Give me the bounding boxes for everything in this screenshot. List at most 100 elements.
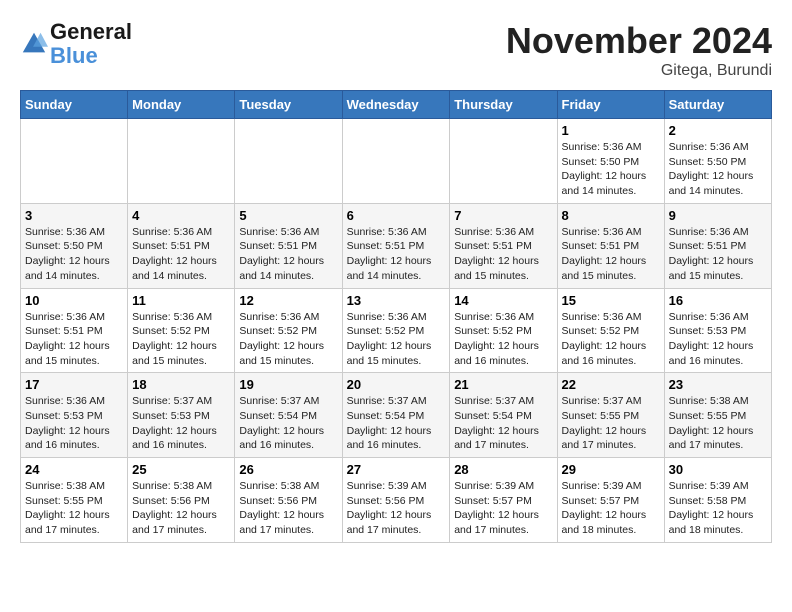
- calendar-cell: [21, 119, 128, 204]
- calendar-week-row: 3 Sunrise: 5:36 AM Sunset: 5:50 PM Daylig…: [21, 203, 772, 288]
- day-info: Sunrise: 5:36 AM Sunset: 5:51 PM Dayligh…: [669, 225, 767, 284]
- calendar-cell: 1 Sunrise: 5:36 AM Sunset: 5:50 PM Daylig…: [557, 119, 664, 204]
- day-number: 24: [25, 462, 123, 477]
- day-info: Sunrise: 5:36 AM Sunset: 5:51 PM Dayligh…: [562, 225, 660, 284]
- day-info: Sunrise: 5:37 AM Sunset: 5:55 PM Dayligh…: [562, 394, 660, 453]
- day-number: 13: [347, 293, 446, 308]
- day-info: Sunrise: 5:36 AM Sunset: 5:51 PM Dayligh…: [239, 225, 337, 284]
- day-info: Sunrise: 5:37 AM Sunset: 5:54 PM Dayligh…: [239, 394, 337, 453]
- day-info: Sunrise: 5:39 AM Sunset: 5:58 PM Dayligh…: [669, 479, 767, 538]
- day-info: Sunrise: 5:38 AM Sunset: 5:56 PM Dayligh…: [239, 479, 337, 538]
- day-number: 5: [239, 208, 337, 223]
- calendar-cell: [342, 119, 450, 204]
- day-number: 17: [25, 377, 123, 392]
- day-info: Sunrise: 5:37 AM Sunset: 5:53 PM Dayligh…: [132, 394, 230, 453]
- day-number: 29: [562, 462, 660, 477]
- calendar-cell: 22 Sunrise: 5:37 AM Sunset: 5:55 PM Dayli…: [557, 373, 664, 458]
- calendar-cell: 20Sunrise: 5:37 AM Sunset: 5:54 PM Dayli…: [342, 373, 450, 458]
- header-day: Saturday: [664, 91, 771, 119]
- day-number: 6: [347, 208, 446, 223]
- header-day: Wednesday: [342, 91, 450, 119]
- calendar-cell: 6 Sunrise: 5:36 AM Sunset: 5:51 PM Daylig…: [342, 203, 450, 288]
- day-number: 15: [562, 293, 660, 308]
- day-number: 11: [132, 293, 230, 308]
- header-day: Friday: [557, 91, 664, 119]
- page-header: General Blue November 2024 Gitega, Burun…: [20, 20, 772, 80]
- location: Gitega, Burundi: [506, 62, 772, 80]
- day-info: Sunrise: 5:39 AM Sunset: 5:57 PM Dayligh…: [454, 479, 552, 538]
- day-number: 9: [669, 208, 767, 223]
- day-number: 16: [669, 293, 767, 308]
- day-number: 1: [562, 123, 660, 138]
- month-title: November 2024: [506, 20, 772, 62]
- day-number: 23: [669, 377, 767, 392]
- day-info: Sunrise: 5:37 AM Sunset: 5:54 PM Dayligh…: [454, 394, 552, 453]
- calendar-cell: 9 Sunrise: 5:36 AM Sunset: 5:51 PM Daylig…: [664, 203, 771, 288]
- day-number: 2: [669, 123, 767, 138]
- calendar-cell: 16Sunrise: 5:36 AM Sunset: 5:53 PM Dayli…: [664, 288, 771, 373]
- calendar-cell: 11 Sunrise: 5:36 AM Sunset: 5:52 PM Dayli…: [128, 288, 235, 373]
- day-number: 21: [454, 377, 552, 392]
- calendar-cell: 17 Sunrise: 5:36 AM Sunset: 5:53 PM Dayli…: [21, 373, 128, 458]
- day-number: 18: [132, 377, 230, 392]
- day-info: Sunrise: 5:36 AM Sunset: 5:52 PM Dayligh…: [239, 310, 337, 369]
- calendar-week-row: 24 Sunrise: 5:38 AM Sunset: 5:55 PM Dayli…: [21, 458, 772, 543]
- calendar-table: SundayMondayTuesdayWednesdayThursdayFrid…: [20, 90, 772, 543]
- day-number: 7: [454, 208, 552, 223]
- day-number: 12: [239, 293, 337, 308]
- logo-text: General Blue: [50, 20, 132, 68]
- calendar-cell: 26 Sunrise: 5:38 AM Sunset: 5:56 PM Dayli…: [235, 458, 342, 543]
- calendar-cell: 4 Sunrise: 5:36 AM Sunset: 5:51 PM Daylig…: [128, 203, 235, 288]
- calendar-cell: 23 Sunrise: 5:38 AM Sunset: 5:55 PM Dayli…: [664, 373, 771, 458]
- calendar-cell: 3 Sunrise: 5:36 AM Sunset: 5:50 PM Daylig…: [21, 203, 128, 288]
- calendar-week-row: 1 Sunrise: 5:36 AM Sunset: 5:50 PM Daylig…: [21, 119, 772, 204]
- header-day: Tuesday: [235, 91, 342, 119]
- header-row: SundayMondayTuesdayWednesdayThursdayFrid…: [21, 91, 772, 119]
- calendar-cell: 27Sunrise: 5:39 AM Sunset: 5:56 PM Dayli…: [342, 458, 450, 543]
- day-info: Sunrise: 5:38 AM Sunset: 5:55 PM Dayligh…: [25, 479, 123, 538]
- header-day: Monday: [128, 91, 235, 119]
- day-number: 10: [25, 293, 123, 308]
- day-info: Sunrise: 5:36 AM Sunset: 5:53 PM Dayligh…: [25, 394, 123, 453]
- day-info: Sunrise: 5:36 AM Sunset: 5:51 PM Dayligh…: [347, 225, 446, 284]
- calendar-cell: [128, 119, 235, 204]
- calendar-week-row: 17 Sunrise: 5:36 AM Sunset: 5:53 PM Dayli…: [21, 373, 772, 458]
- calendar-body: 1 Sunrise: 5:36 AM Sunset: 5:50 PM Daylig…: [21, 119, 772, 543]
- calendar-cell: 14Sunrise: 5:36 AM Sunset: 5:52 PM Dayli…: [450, 288, 557, 373]
- calendar-cell: 21 Sunrise: 5:37 AM Sunset: 5:54 PM Dayli…: [450, 373, 557, 458]
- calendar-header: SundayMondayTuesdayWednesdayThursdayFrid…: [21, 91, 772, 119]
- day-number: 30: [669, 462, 767, 477]
- day-number: 4: [132, 208, 230, 223]
- logo-icon: [20, 30, 48, 58]
- day-info: Sunrise: 5:39 AM Sunset: 5:57 PM Dayligh…: [562, 479, 660, 538]
- calendar-cell: 8Sunrise: 5:36 AM Sunset: 5:51 PM Daylig…: [557, 203, 664, 288]
- calendar-cell: 18 Sunrise: 5:37 AM Sunset: 5:53 PM Dayli…: [128, 373, 235, 458]
- day-number: 19: [239, 377, 337, 392]
- day-info: Sunrise: 5:38 AM Sunset: 5:56 PM Dayligh…: [132, 479, 230, 538]
- day-info: Sunrise: 5:36 AM Sunset: 5:52 PM Dayligh…: [454, 310, 552, 369]
- day-number: 26: [239, 462, 337, 477]
- calendar-cell: 24 Sunrise: 5:38 AM Sunset: 5:55 PM Dayli…: [21, 458, 128, 543]
- calendar-cell: 29 Sunrise: 5:39 AM Sunset: 5:57 PM Dayli…: [557, 458, 664, 543]
- calendar-cell: 7Sunrise: 5:36 AM Sunset: 5:51 PM Daylig…: [450, 203, 557, 288]
- day-number: 22: [562, 377, 660, 392]
- calendar-cell: 30 Sunrise: 5:39 AM Sunset: 5:58 PM Dayli…: [664, 458, 771, 543]
- day-number: 27: [347, 462, 446, 477]
- day-info: Sunrise: 5:36 AM Sunset: 5:50 PM Dayligh…: [562, 140, 660, 199]
- day-info: Sunrise: 5:36 AM Sunset: 5:51 PM Dayligh…: [25, 310, 123, 369]
- day-info: Sunrise: 5:36 AM Sunset: 5:51 PM Dayligh…: [132, 225, 230, 284]
- day-info: Sunrise: 5:37 AM Sunset: 5:54 PM Dayligh…: [347, 394, 446, 453]
- day-number: 25: [132, 462, 230, 477]
- day-info: Sunrise: 5:36 AM Sunset: 5:50 PM Dayligh…: [25, 225, 123, 284]
- calendar-cell: [235, 119, 342, 204]
- day-info: Sunrise: 5:36 AM Sunset: 5:52 PM Dayligh…: [132, 310, 230, 369]
- calendar-week-row: 10 Sunrise: 5:36 AM Sunset: 5:51 PM Dayli…: [21, 288, 772, 373]
- day-info: Sunrise: 5:36 AM Sunset: 5:50 PM Dayligh…: [669, 140, 767, 199]
- day-info: Sunrise: 5:38 AM Sunset: 5:55 PM Dayligh…: [669, 394, 767, 453]
- day-number: 3: [25, 208, 123, 223]
- calendar-cell: 25 Sunrise: 5:38 AM Sunset: 5:56 PM Dayli…: [128, 458, 235, 543]
- day-info: Sunrise: 5:36 AM Sunset: 5:52 PM Dayligh…: [347, 310, 446, 369]
- calendar-cell: 15Sunrise: 5:36 AM Sunset: 5:52 PM Dayli…: [557, 288, 664, 373]
- day-number: 28: [454, 462, 552, 477]
- calendar-cell: 12 Sunrise: 5:36 AM Sunset: 5:52 PM Dayli…: [235, 288, 342, 373]
